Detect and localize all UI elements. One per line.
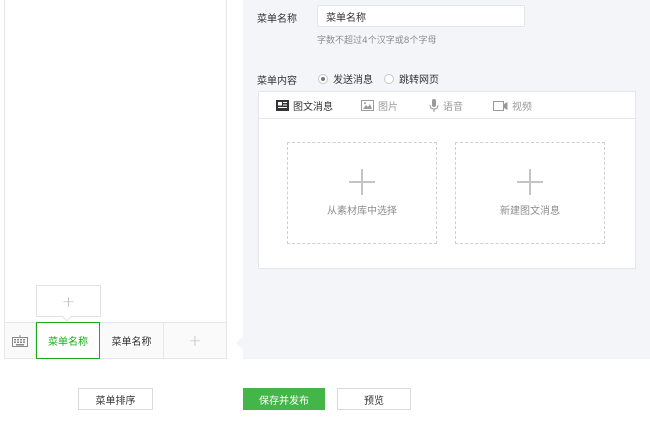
article-icon — [276, 100, 289, 111]
menu-item-1[interactable]: 菜单名称 — [36, 322, 100, 359]
radio-jump-webpage[interactable]: 跳转网页 — [384, 71, 439, 86]
menu-item-2[interactable]: 菜单名称 — [100, 323, 164, 358]
video-icon — [493, 100, 508, 111]
menu-name-input[interactable] — [317, 5, 525, 27]
tab-image[interactable]: 图片 — [361, 92, 398, 119]
tab-label: 视频 — [512, 102, 532, 113]
message-content-box: 图文消息 图片 语音 视频 从素材库中选择 新建图文消息 — [258, 91, 636, 269]
tab-video[interactable]: 视频 — [493, 92, 532, 119]
phone-preview: + 菜单名称 菜单名称 + — [4, 0, 227, 359]
card-label: 从素材库中选择 — [327, 206, 397, 217]
tab-label: 图片 — [378, 102, 398, 113]
menu-editor-page: + 菜单名称 菜单名称 + 菜单名称 菜单名称 字数不超过4个汉字或8个字母 菜… — [0, 0, 650, 425]
menu-name-label: 菜单名称 — [257, 14, 297, 25]
radio-dot — [384, 73, 394, 84]
plus-icon — [349, 169, 375, 195]
plus-icon — [517, 169, 543, 195]
tab-label: 图文消息 — [293, 102, 333, 113]
create-article-card[interactable]: 新建图文消息 — [455, 142, 605, 244]
select-from-library-card[interactable]: 从素材库中选择 — [287, 142, 437, 244]
microphone-icon — [429, 99, 439, 112]
add-menu-button[interactable]: + — [164, 323, 226, 358]
save-publish-button[interactable]: 保存并发布 — [243, 388, 325, 410]
radio-label: 跳转网页 — [399, 75, 439, 86]
menu-bar: 菜单名称 菜单名称 + — [5, 322, 226, 359]
plus-icon: + — [188, 331, 202, 350]
tab-label: 语音 — [443, 102, 463, 113]
message-type-tabs: 图文消息 图片 语音 视频 — [259, 92, 635, 119]
menu-edit-panel: 菜单名称 字数不超过4个汉字或8个字母 菜单内容 发送消息 跳转网页 图文消息 — [243, 0, 650, 359]
tab-article[interactable]: 图文消息 — [276, 92, 333, 119]
preview-button[interactable]: 预览 — [337, 388, 411, 410]
image-icon — [361, 100, 374, 111]
radio-dot-selected — [318, 73, 328, 84]
radio-label: 发送消息 — [333, 75, 373, 86]
card-label: 新建图文消息 — [500, 206, 560, 217]
tab-voice[interactable]: 语音 — [429, 92, 463, 119]
menu-sort-button[interactable]: 菜单排序 — [78, 388, 153, 410]
menu-content-label: 菜单内容 — [257, 76, 297, 87]
radio-send-message[interactable]: 发送消息 — [318, 71, 373, 86]
menu-name-hint: 字数不超过4个汉字或8个字母 — [317, 36, 437, 46]
panel-pointer — [236, 336, 243, 350]
keyboard-icon[interactable] — [5, 323, 36, 358]
plus-icon: + — [61, 291, 76, 311]
